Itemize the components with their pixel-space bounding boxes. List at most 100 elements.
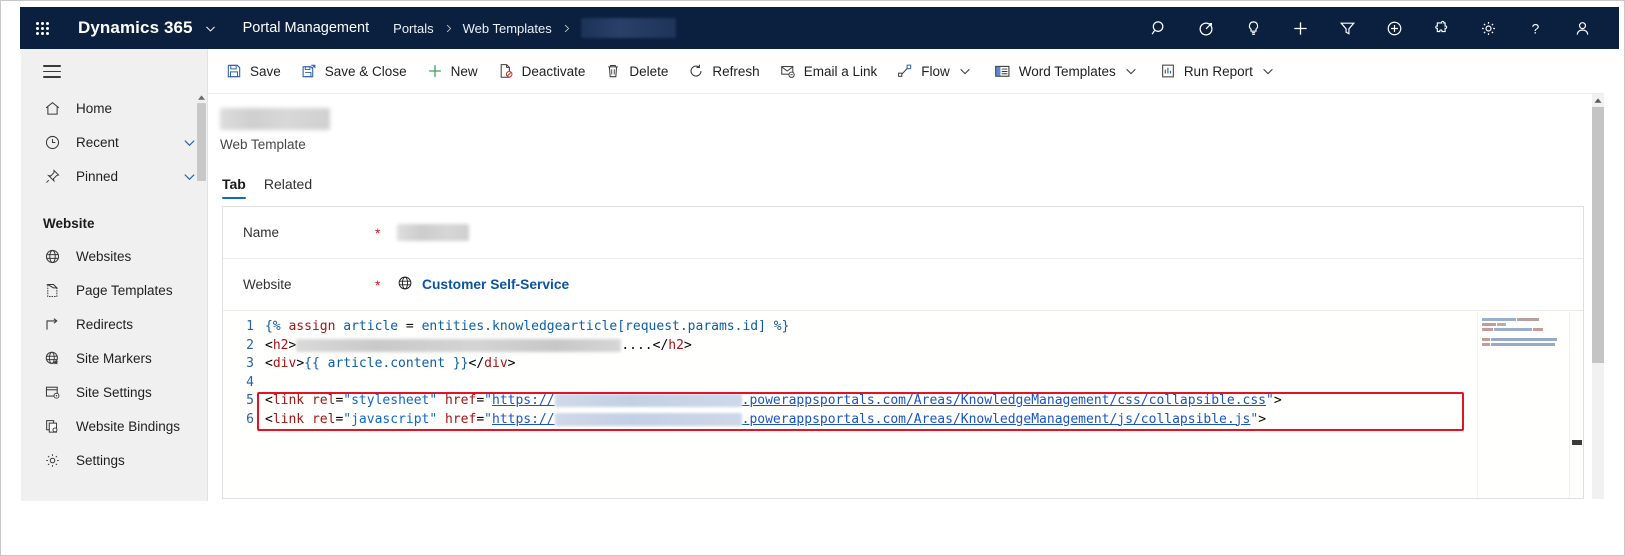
tab-tab[interactable]: Tab xyxy=(222,176,246,199)
breadcrumb-item-web-templates[interactable]: Web Templates xyxy=(463,21,552,36)
refresh-icon xyxy=(688,63,704,79)
sidebar-item-recent[interactable]: Recent xyxy=(21,126,207,160)
brand-chevron-down-icon[interactable] xyxy=(204,22,217,35)
globe-star-icon xyxy=(43,350,61,368)
command-label: Email a Link xyxy=(803,63,878,79)
hamburger-menu-icon[interactable] xyxy=(21,49,207,92)
save-close-icon xyxy=(301,63,317,79)
sidebar-item-page-templates[interactable]: Page Templates xyxy=(21,274,207,308)
tab-related[interactable]: Related xyxy=(264,176,312,199)
chevron-down-icon[interactable] xyxy=(1118,64,1140,78)
sidebar-item-label: Site Settings xyxy=(76,385,152,401)
sidebar-item-home[interactable]: Home xyxy=(21,92,207,126)
record-title-redacted xyxy=(220,108,330,130)
run-report-button[interactable]: Run Report xyxy=(1150,49,1287,94)
form-vertical-scrollbar[interactable] xyxy=(1592,94,1604,499)
sidebar-item-label: Home xyxy=(76,101,113,117)
search-icon[interactable] xyxy=(1137,8,1182,48)
command-label: Run Report xyxy=(1183,63,1253,79)
breadcrumb-item-record-redacted xyxy=(580,18,676,38)
sidebar-item-label: Page Templates xyxy=(76,283,173,299)
sidebar-item-label: Websites xyxy=(76,249,132,265)
app-name[interactable]: Portal Management xyxy=(243,20,370,36)
save-and-close-button[interactable]: Save & Close xyxy=(291,49,417,94)
flow-button[interactable]: Flow xyxy=(887,49,984,94)
command-label: Save & Close xyxy=(324,63,407,79)
required-indicator: * xyxy=(375,276,381,293)
code-editor-text-area[interactable]: 1 {% assign article = entities.knowledge… xyxy=(223,312,1477,498)
email-link-icon xyxy=(780,63,796,79)
save-button[interactable]: Save xyxy=(216,49,291,94)
plus-icon[interactable] xyxy=(1278,8,1323,48)
sidebar-item-site-markers[interactable]: Site Markers xyxy=(21,342,207,376)
code-line: 2 <h2> ....</h2> xyxy=(223,337,1477,356)
globe-icon xyxy=(43,248,61,266)
line-number: 4 xyxy=(246,374,254,390)
site-settings-icon xyxy=(43,384,61,402)
code-line-content: <div>{{ article.content }}</div> xyxy=(265,356,516,371)
filter-icon[interactable] xyxy=(1325,8,1370,48)
assistant-icon[interactable] xyxy=(1184,8,1229,48)
command-label: New xyxy=(450,63,478,79)
scroll-up-arrow-icon[interactable] xyxy=(1592,94,1604,107)
field-label: Name xyxy=(243,225,280,240)
sidebar-item-label: Recent xyxy=(76,135,119,151)
sidebar-item-website-bindings[interactable]: Website Bindings xyxy=(21,410,207,444)
website-lookup-value[interactable]: Customer Self-Service xyxy=(397,275,569,294)
sidebar-item-site-settings[interactable]: Site Settings xyxy=(21,376,207,410)
form-tab-strip: Tab Related xyxy=(222,169,1592,199)
code-editor-vertical-scrollbar[interactable] xyxy=(1569,312,1583,498)
dynamics-365-portal-management-window: Dynamics 365 Portal Management Portals W… xyxy=(0,0,1625,556)
recent-clock-icon xyxy=(43,134,61,152)
sidebar-item-settings[interactable]: Settings xyxy=(21,444,207,478)
email-a-link-button[interactable]: Email a Link xyxy=(770,49,888,94)
redacted-text xyxy=(296,338,622,352)
add-circle-icon[interactable] xyxy=(1372,8,1417,48)
command-label: Flow xyxy=(921,63,950,79)
name-field-value-redacted[interactable] xyxy=(397,224,469,241)
code-minimap[interactable] xyxy=(1477,312,1569,498)
chevron-right-icon xyxy=(561,23,572,34)
sidebar-item-redirects[interactable]: Redirects xyxy=(21,308,207,342)
left-navigation-sidebar: Home Recent Pinned Website Websites Page… xyxy=(21,49,208,501)
new-button[interactable]: New xyxy=(417,49,488,94)
sidebar-scrollbar-thumb[interactable] xyxy=(197,103,206,181)
minimap-line xyxy=(1482,318,1565,322)
globe-icon xyxy=(397,275,413,294)
sidebar-item-websites[interactable]: Websites xyxy=(21,240,207,274)
chevron-down-icon[interactable] xyxy=(1255,64,1277,78)
sidebar-scrollbar[interactable] xyxy=(196,91,207,501)
user-icon[interactable] xyxy=(1560,8,1605,48)
sidebar-item-label: Pinned xyxy=(76,169,119,185)
command-bar: Save Save & Close New Deactivate Delete xyxy=(208,49,1604,94)
minimap-line xyxy=(1482,328,1565,332)
delete-button[interactable]: Delete xyxy=(595,49,678,94)
breadcrumb-item-portals[interactable]: Portals xyxy=(393,21,433,36)
command-label: Deactivate xyxy=(521,63,586,79)
deactivate-button[interactable]: Deactivate xyxy=(488,49,596,94)
save-icon xyxy=(226,63,242,79)
scroll-up-arrow-icon[interactable] xyxy=(196,91,207,103)
form-scrollbar-thumb[interactable] xyxy=(1592,107,1604,363)
home-icon xyxy=(43,100,61,118)
sidebar-item-pinned[interactable]: Pinned xyxy=(21,160,207,194)
chevron-down-icon[interactable] xyxy=(952,64,974,78)
line-number: 3 xyxy=(246,356,254,371)
code-editor-scrollbar-thumb[interactable] xyxy=(1572,440,1582,445)
deactivate-icon xyxy=(498,63,514,79)
app-launcher-icon[interactable] xyxy=(20,21,64,35)
lightbulb-icon[interactable] xyxy=(1231,8,1276,48)
breadcrumb: Portals Web Templates xyxy=(393,18,676,38)
chevron-down-icon[interactable] xyxy=(182,169,197,184)
source-code-editor[interactable]: 1 {% assign article = entities.knowledge… xyxy=(223,312,1583,498)
command-label: Delete xyxy=(629,63,669,79)
website-bindings-icon xyxy=(43,418,61,436)
refresh-button[interactable]: Refresh xyxy=(678,49,769,94)
gear-icon[interactable] xyxy=(1466,8,1511,48)
puzzle-icon[interactable] xyxy=(1419,8,1464,48)
code-line: 3 <div>{{ article.content }}</div> xyxy=(223,355,1477,374)
redirect-arrow-icon xyxy=(43,316,61,334)
chevron-down-icon[interactable] xyxy=(182,135,197,150)
help-icon[interactable]: ? xyxy=(1513,8,1558,48)
word-templates-button[interactable]: Word Templates xyxy=(984,49,1150,94)
